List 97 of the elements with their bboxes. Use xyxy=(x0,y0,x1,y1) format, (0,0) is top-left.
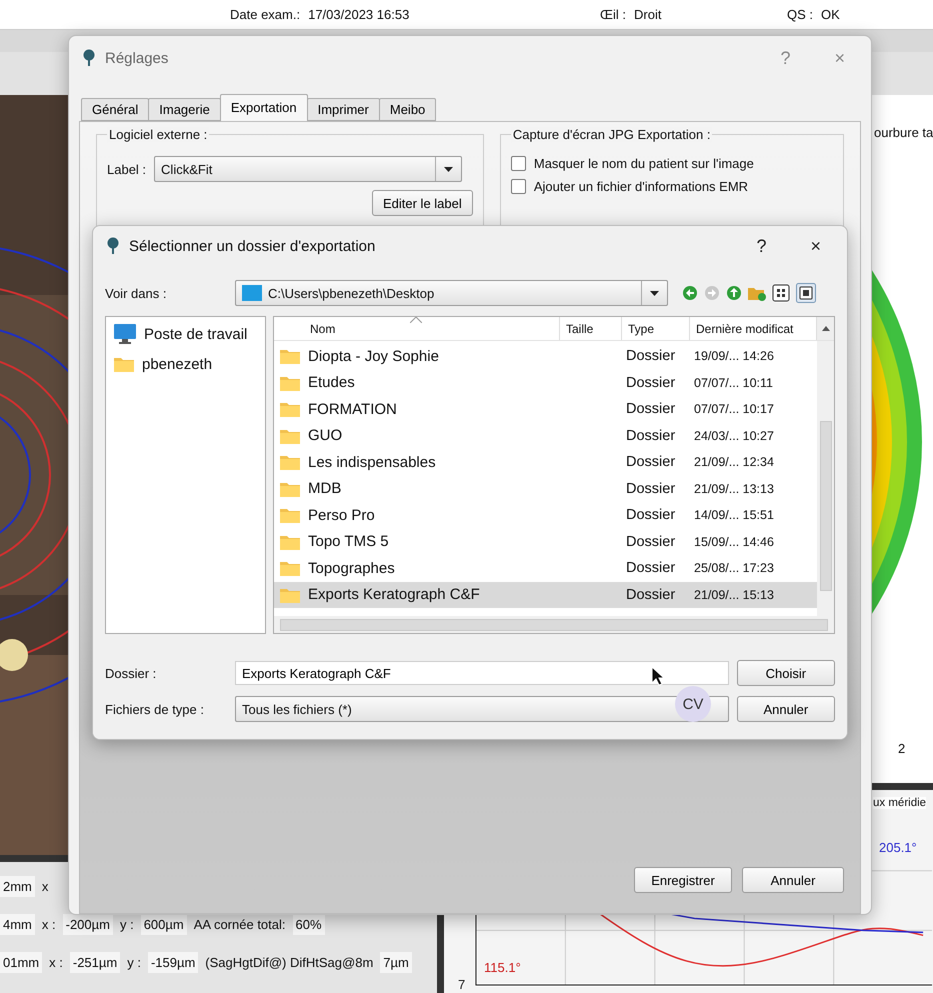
folder-icon xyxy=(280,560,300,576)
field-label: y : xyxy=(126,954,142,970)
cancel-button[interactable]: Annuler xyxy=(742,867,844,893)
group-title: Capture d'écran JPG Exportation : xyxy=(510,127,712,142)
folder-icon xyxy=(280,454,300,470)
axis-tick-label: 2 xyxy=(898,741,906,756)
value-field: 600µm xyxy=(140,914,187,934)
list-view-icon[interactable] xyxy=(772,284,790,302)
value-field: 4mm xyxy=(0,914,35,934)
axis-tick-label: 7 xyxy=(458,977,466,992)
caret-icon xyxy=(650,290,659,296)
field-label: AA cornée total: xyxy=(192,916,286,932)
folder-icon xyxy=(280,586,300,603)
field-label: x : xyxy=(48,954,64,970)
edit-label-button[interactable]: Editer le label xyxy=(372,190,473,216)
tab[interactable]: Exportation xyxy=(220,94,308,121)
app-icon xyxy=(107,237,119,255)
help-button[interactable]: ? xyxy=(752,236,770,256)
field-label: Date exam.: xyxy=(230,7,300,22)
computer-icon xyxy=(114,324,136,344)
panel-title: ux méridie xyxy=(873,797,926,809)
caret-icon xyxy=(444,166,454,172)
tab[interactable]: Meibo xyxy=(378,98,436,121)
value-field: 60% xyxy=(292,914,325,934)
field-value: Droit xyxy=(634,7,662,22)
new-folder-icon[interactable] xyxy=(748,285,766,301)
choose-button[interactable]: Choisir xyxy=(736,660,835,686)
dialog-title: Réglages xyxy=(105,50,170,66)
folder-input[interactable]: Exports Keratograph C&F xyxy=(235,661,729,685)
file-row[interactable]: Topographes Dossier 25/08/... 17:23 xyxy=(274,555,817,582)
close-button[interactable]: × xyxy=(806,236,825,256)
group-title: Logiciel externe : xyxy=(107,127,210,142)
file-row[interactable]: Topo TMS 5 Dossier 15/09/... 14:46 xyxy=(274,528,817,555)
field-label: y : xyxy=(118,916,135,932)
file-row[interactable]: Perso Pro Dossier 14/09/... 15:51 xyxy=(274,502,817,528)
field-label: Fichiers de type : xyxy=(105,702,205,716)
field-label: x : xyxy=(40,916,57,932)
tab[interactable]: Général xyxy=(81,98,150,121)
chart-value-label: 205.1° xyxy=(879,840,917,855)
cancel-button[interactable]: Annuler xyxy=(736,696,835,722)
dialog-title: Sélectionner un dossier d'exportation xyxy=(129,238,376,254)
file-row[interactable]: Exports Keratograph C&F Dossier 21/09/... 15:13 xyxy=(274,582,817,608)
value-field: -159µm xyxy=(148,952,198,972)
file-row[interactable]: Les indispensables Dossier 21/09/... 12:34 xyxy=(274,449,817,476)
cursor-icon xyxy=(651,666,665,686)
save-button[interactable]: Enregistrer xyxy=(634,867,732,893)
app-icon xyxy=(83,49,95,67)
panel-title: ourbure ta xyxy=(874,125,933,140)
file-row[interactable]: Diopta - Joy Sophie Dossier 19/09/... 14:26 xyxy=(274,343,817,370)
file-row[interactable]: GUO Dossier 24/03/... 10:27 xyxy=(274,422,817,449)
column-header[interactable]: Type xyxy=(622,317,690,340)
field-label: Label : xyxy=(107,162,146,176)
field-value: 17/03/2023 16:53 xyxy=(308,7,410,22)
up-icon[interactable] xyxy=(726,285,742,301)
scrollbar[interactable] xyxy=(817,341,834,616)
look-in-dropdown[interactable]: C:\Users\pbenezeth\Desktop xyxy=(235,280,668,306)
field-label: x xyxy=(40,878,50,894)
folder-icon xyxy=(114,356,134,372)
field-label: Dossier : xyxy=(105,666,158,680)
scrollbar[interactable] xyxy=(274,616,834,633)
scroll-up-icon[interactable] xyxy=(822,326,830,331)
desktop-icon xyxy=(242,285,262,301)
checkbox[interactable] xyxy=(510,179,526,194)
column-header[interactable]: Taille xyxy=(560,317,622,340)
value-field: -200µm xyxy=(62,914,113,934)
folder-icon xyxy=(280,534,300,550)
field-label: Œil : xyxy=(600,7,626,22)
value-field: 01mm xyxy=(0,952,42,972)
tab[interactable]: Imprimer xyxy=(306,98,380,121)
file-row[interactable]: Etudes Dossier 07/07/... 10:11 xyxy=(274,370,817,396)
field-value: OK xyxy=(821,7,840,22)
label-dropdown[interactable]: Click&Fit xyxy=(154,156,462,182)
place-item[interactable]: Poste de travail xyxy=(112,321,259,347)
folder-icon xyxy=(280,374,300,391)
file-row[interactable]: MDB Dossier 21/09/... 13:13 xyxy=(274,476,817,502)
column-header[interactable]: Nom xyxy=(274,317,560,340)
value-field: -251µm xyxy=(70,952,120,972)
folder-icon xyxy=(280,428,300,444)
chart-value-label: 115.1° xyxy=(484,960,521,975)
file-row[interactable]: FORMATION Dossier 07/07/... 10:17 xyxy=(274,396,817,422)
folder-icon xyxy=(280,348,300,364)
field-label: (SagHgtDif@) DifHtSag@8m xyxy=(204,954,374,970)
tab[interactable]: Imagerie xyxy=(148,98,221,121)
checkbox-label: Masquer le nom du patient sur l'image xyxy=(534,156,754,171)
back-icon[interactable] xyxy=(682,285,698,301)
detail-view-icon[interactable] xyxy=(796,283,816,303)
value-field: 7µm xyxy=(380,952,412,972)
place-item[interactable]: pbenezeth xyxy=(112,351,259,377)
folder-icon xyxy=(280,401,300,418)
field-label: Voir dans : xyxy=(105,286,168,300)
folder-icon xyxy=(280,480,300,497)
checkbox[interactable] xyxy=(510,156,526,171)
field-label: QS : xyxy=(787,7,814,22)
value-field: 2mm xyxy=(0,876,35,896)
checkbox-label: Ajouter un fichier d'informations EMR xyxy=(534,179,748,194)
sort-caret-icon xyxy=(410,317,422,323)
folder-icon xyxy=(280,507,300,524)
